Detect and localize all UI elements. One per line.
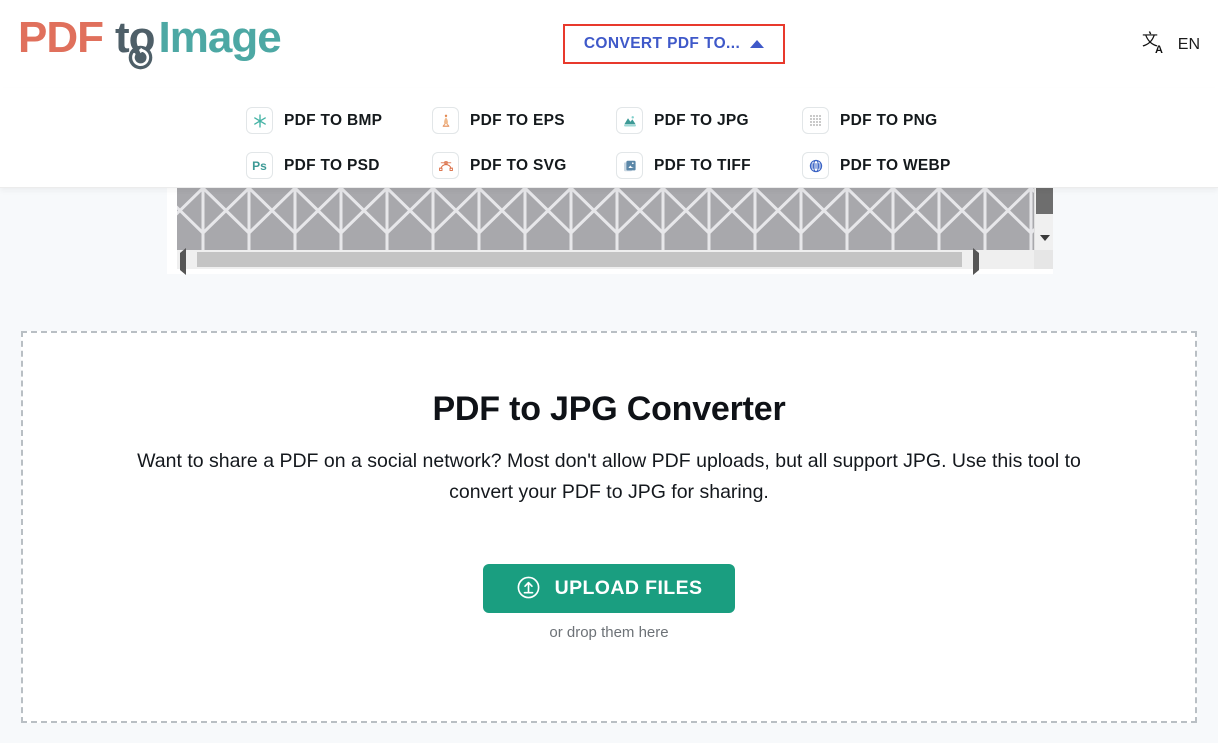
page-title: PDF to JPG Converter <box>432 390 786 428</box>
embedded-scroll-panel <box>167 188 1053 275</box>
translate-icon: 文 A <box>1142 29 1168 60</box>
logo-text-image: Image <box>158 13 282 62</box>
dropdown-item-pdf-to-png[interactable]: PDF TO PNG <box>802 98 1002 143</box>
bezier-curve-icon <box>432 152 459 179</box>
ps-letters: Ps <box>252 158 267 173</box>
pattern-canvas <box>177 188 1034 250</box>
scrollbar-corner <box>1034 250 1053 269</box>
page-description: Want to share a PDF on a social network?… <box>137 450 1081 503</box>
dropdown-label-pdf-to-eps: PDF TO EPS <box>470 111 565 129</box>
language-selector[interactable]: 文 A EN <box>1142 29 1200 60</box>
caret-up-icon <box>750 40 765 48</box>
conversion-options-grid: PDF TO BMP PDF TO EPS PDF TO JPG PDF TO … <box>246 98 1002 188</box>
file-dropzone[interactable]: PDF to JPG Converter Want to share a PDF… <box>21 331 1197 723</box>
convert-pdf-to-dropdown-panel: PDF TO BMP PDF TO EPS PDF TO JPG PDF TO … <box>0 88 1218 188</box>
triangle-right-icon <box>973 248 979 275</box>
dropdown-item-pdf-to-webp[interactable]: PDF TO WEBP <box>802 143 1002 188</box>
horizontal-scrollbar-thumb[interactable] <box>197 252 962 267</box>
circular-arrow-icon <box>127 32 154 70</box>
logo-text-to: to <box>115 13 156 70</box>
drop-hint-text: or drop them here <box>549 624 669 641</box>
dropdown-item-pdf-to-psd[interactable]: Ps PDF TO PSD <box>246 143 432 188</box>
asterisk-icon <box>246 107 273 134</box>
page-header: PDF to Image CONVERT PDF TO... 文 A EN <box>0 0 1218 88</box>
site-logo[interactable]: PDF to Image <box>18 13 282 70</box>
photoshop-ps-icon: Ps <box>246 152 273 179</box>
scroll-left-button[interactable] <box>180 248 186 275</box>
eps-figure-icon <box>432 107 459 134</box>
language-code-label: EN <box>1177 35 1200 53</box>
svg-text:A: A <box>1155 44 1163 55</box>
dropdown-label-pdf-to-webp: PDF TO WEBP <box>840 156 951 174</box>
globe-icon <box>802 152 829 179</box>
upload-files-label: UPLOAD FILES <box>554 577 703 599</box>
dropdown-item-pdf-to-bmp[interactable]: PDF TO BMP <box>246 98 432 143</box>
dot-grid-icon <box>802 107 829 134</box>
dropdown-label-pdf-to-bmp: PDF TO BMP <box>284 111 383 129</box>
triangle-down-icon <box>1039 235 1050 241</box>
scroll-down-button[interactable] <box>1036 230 1053 246</box>
upload-files-button[interactable]: UPLOAD FILES <box>483 564 735 613</box>
stacked-images-icon <box>616 152 643 179</box>
triangle-left-icon <box>180 248 186 275</box>
dropdown-item-pdf-to-svg[interactable]: PDF TO SVG <box>432 143 616 188</box>
dropdown-item-pdf-to-eps[interactable]: PDF TO EPS <box>432 98 616 143</box>
dropdown-label-pdf-to-png: PDF TO PNG <box>840 111 938 129</box>
logo-text-pdf: PDF <box>18 13 104 62</box>
dropdown-item-pdf-to-jpg[interactable]: PDF TO JPG <box>616 98 802 143</box>
vertical-scrollbar-thumb[interactable] <box>1036 188 1053 214</box>
dropdown-label-pdf-to-psd: PDF TO PSD <box>284 156 380 174</box>
dropdown-label-pdf-to-tiff: PDF TO TIFF <box>654 156 751 174</box>
convert-pdf-to-dropdown-button[interactable]: CONVERT PDF TO... <box>563 24 785 64</box>
horizontal-scrollbar[interactable] <box>177 248 1034 275</box>
upload-circle-icon <box>516 575 541 603</box>
landscape-image-icon <box>616 107 643 134</box>
convert-pdf-to-label: CONVERT PDF TO... <box>583 35 741 52</box>
dropdown-item-pdf-to-tiff[interactable]: PDF TO TIFF <box>616 143 802 188</box>
dropdown-label-pdf-to-jpg: PDF TO JPG <box>654 111 749 129</box>
dropdown-label-pdf-to-svg: PDF TO SVG <box>470 156 567 174</box>
diamond-pattern <box>177 188 1034 250</box>
scroll-right-button[interactable] <box>973 248 979 275</box>
